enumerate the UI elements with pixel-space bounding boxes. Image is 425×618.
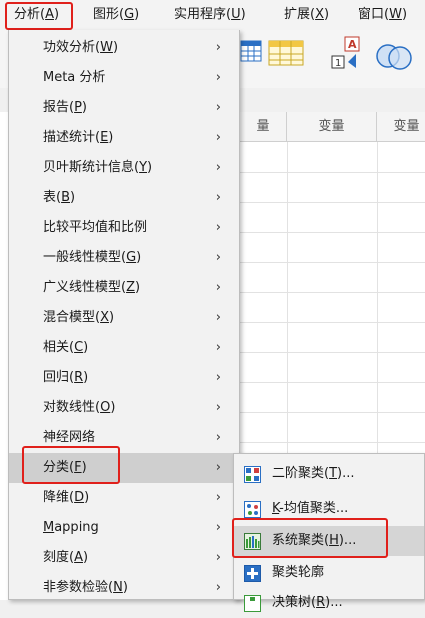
chevron-right-icon: › [215, 580, 221, 595]
highlight-box-hierarchical-cluster [232, 518, 388, 558]
grid-divider [240, 322, 425, 323]
chevron-right-icon: › [215, 250, 221, 265]
column-header[interactable]: 变量 [377, 112, 425, 142]
chevron-right-icon: › [215, 160, 221, 175]
menu-item-reports[interactable]: 报告(P) › [9, 93, 239, 123]
column-header[interactable]: 变量 [287, 112, 377, 142]
grid-divider [240, 382, 425, 383]
cluster-silhouettes-icon [244, 565, 261, 582]
svg-text:A: A [348, 38, 357, 51]
chevron-right-icon: › [215, 190, 221, 205]
chevron-right-icon: › [215, 430, 221, 445]
kmeans-cluster-icon [244, 501, 261, 518]
highlight-box-classify [22, 446, 120, 484]
menu-utilities[interactable]: 实用程序(U) [174, 0, 246, 30]
chevron-right-icon: › [215, 490, 221, 505]
menu-window[interactable]: 窗口(W) [358, 0, 407, 30]
menu-graphs[interactable]: 图形(G) [93, 0, 139, 30]
menu-item-compare-means[interactable]: 比较平均值和比例 › [9, 213, 239, 243]
highlight-box-analyze [5, 2, 73, 30]
chevron-right-icon: › [215, 400, 221, 415]
menu-item-nonparametric-tests[interactable]: 非参数检验(N) › [9, 573, 239, 603]
grid-divider [240, 442, 425, 443]
chevron-right-icon: › [215, 340, 221, 355]
grid-divider [240, 292, 425, 293]
menu-item-loglinear[interactable]: 对数线性(O) › [9, 393, 239, 423]
submenu-item-cluster-silhouettes[interactable]: 聚类轮廓 [234, 558, 424, 588]
menu-item-regression[interactable]: 回归(R) › [9, 363, 239, 393]
menu-item-scale[interactable]: 刻度(A) › [9, 543, 239, 573]
grid-divider [240, 232, 425, 233]
menu-item-power-analysis[interactable]: 功效分析(W) › [9, 33, 239, 63]
menu-item-meta-analysis[interactable]: Meta 分析 › [9, 63, 239, 93]
chevron-right-icon: › [215, 460, 221, 475]
menu-item-general-linear-model[interactable]: 一般线性模型(G) › [9, 243, 239, 273]
chevron-right-icon: › [215, 520, 221, 535]
grid-divider [240, 202, 425, 203]
menu-item-descriptive-statistics[interactable]: 描述统计(E) › [9, 123, 239, 153]
column-header[interactable]: 量 [240, 112, 287, 142]
chevron-right-icon: › [215, 70, 221, 85]
menu-item-tables[interactable]: 表(B) › [9, 183, 239, 213]
analyze-menu: 功效分析(W) › Meta 分析 › 报告(P) › 描述统计(E) › 贝叶… [8, 30, 240, 600]
value-labels-icon[interactable]: A 1 [330, 36, 370, 72]
chevron-right-icon: › [215, 550, 221, 565]
menu-extensions[interactable]: 扩展(X) [284, 0, 329, 30]
chevron-right-icon: › [215, 220, 221, 235]
grid-divider [240, 412, 425, 413]
twostep-cluster-icon [244, 466, 261, 483]
grid-divider [240, 352, 425, 353]
chevron-right-icon: › [215, 280, 221, 295]
chevron-right-icon: › [215, 130, 221, 145]
submenu-item-decision-tree[interactable]: 决策树(R)... [234, 588, 424, 618]
menu-item-bayesian-statistics[interactable]: 贝叶斯统计信息(Y) › [9, 153, 239, 183]
chevron-right-icon: › [215, 310, 221, 325]
submenu-item-twostep-cluster[interactable]: 二阶聚类(T)... [234, 459, 424, 489]
chevron-right-icon: › [215, 100, 221, 115]
variable-view-icon[interactable] [268, 40, 304, 66]
menu-item-dimension-reduction[interactable]: 降维(D) › [9, 483, 239, 513]
chevron-right-icon: › [215, 370, 221, 385]
menu-item-generalized-linear-models[interactable]: 广义线性模型(Z) › [9, 273, 239, 303]
grid-divider [240, 262, 425, 263]
decision-tree-icon [244, 595, 261, 612]
chevron-right-icon: › [215, 40, 221, 55]
menu-item-mixed-models[interactable]: 混合模型(X) › [9, 303, 239, 333]
menubar: 分析(A) 图形(G) 实用程序(U) 扩展(X) 窗口(W) [0, 0, 425, 31]
venn-circles-icon[interactable] [374, 40, 414, 72]
menu-item-mapping[interactable]: Mapping › [9, 513, 239, 543]
svg-text:1: 1 [335, 58, 341, 69]
menu-item-correlate[interactable]: 相关(C) › [9, 333, 239, 363]
table-grid-icon[interactable] [240, 40, 262, 62]
grid-divider [240, 172, 425, 173]
